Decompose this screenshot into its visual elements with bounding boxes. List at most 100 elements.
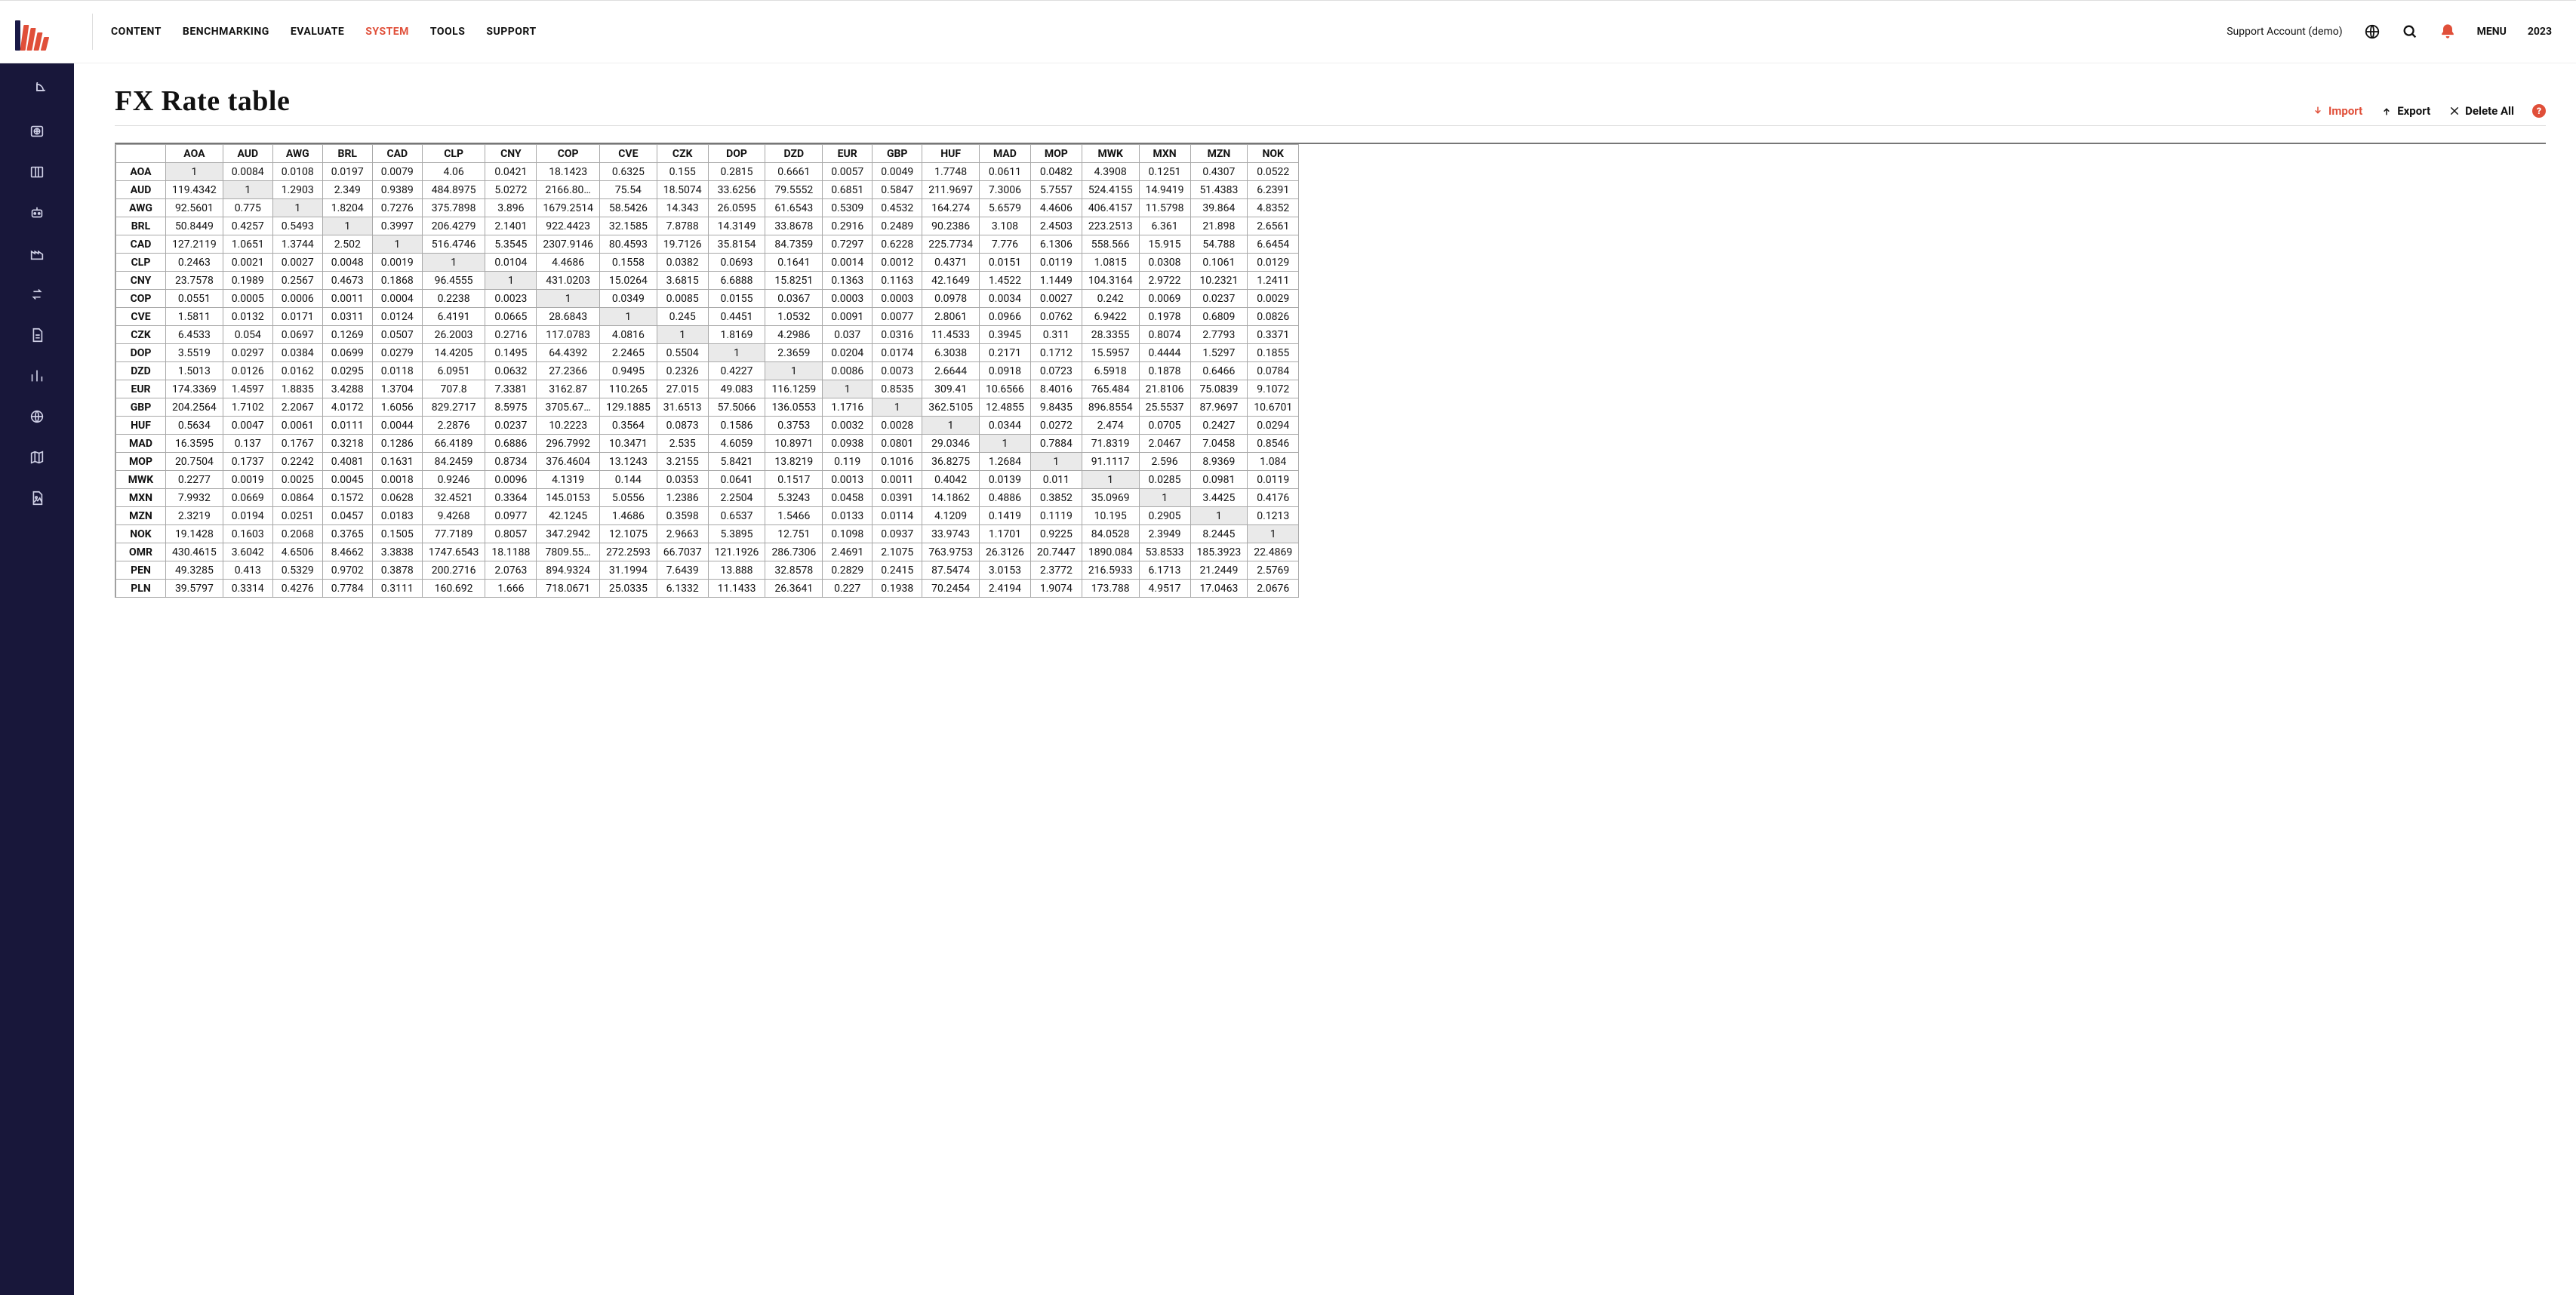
cell-MAD-MXN[interactable]: 2.0467 <box>1139 435 1190 453</box>
cell-GBP-CZK[interactable]: 31.6513 <box>657 398 708 417</box>
account-label[interactable]: Support Account (demo) <box>2227 26 2342 38</box>
cell-MXN-CVE[interactable]: 5.0556 <box>599 489 657 507</box>
cell-CNY-BRL[interactable]: 0.4673 <box>322 272 372 290</box>
cell-AWG-GBP[interactable]: 0.4532 <box>873 199 922 217</box>
cell-EUR-DOP[interactable]: 49.083 <box>708 380 765 398</box>
cell-AOA-GBP[interactable]: 0.0049 <box>873 163 922 181</box>
cell-HUF-AWG[interactable]: 0.0061 <box>272 417 322 435</box>
cell-EUR-CLP[interactable]: 707.8 <box>422 380 485 398</box>
cell-CVE-AWG[interactable]: 0.0171 <box>272 308 322 326</box>
cell-COP-CLP[interactable]: 0.2238 <box>422 290 485 308</box>
cell-CLP-AOA[interactable]: 0.2463 <box>166 254 223 272</box>
cell-COP-GBP[interactable]: 0.0003 <box>873 290 922 308</box>
cell-GBP-MZN[interactable]: 87.9697 <box>1190 398 1248 417</box>
cell-CZK-COP[interactable]: 117.0783 <box>537 326 600 344</box>
cell-CLP-EUR[interactable]: 0.0014 <box>823 254 873 272</box>
row-EUR[interactable]: EUR <box>116 380 166 398</box>
cell-CZK-CVE[interactable]: 4.0816 <box>599 326 657 344</box>
cell-COP-EUR[interactable]: 0.0003 <box>823 290 873 308</box>
cell-PLN-AWG[interactable]: 0.4276 <box>272 580 322 598</box>
col-AWG[interactable]: AWG <box>272 145 322 163</box>
cell-AOA-MXN[interactable]: 0.1251 <box>1139 163 1190 181</box>
cell-MOP-MWK[interactable]: 91.1117 <box>1082 453 1139 471</box>
cell-PLN-CLP[interactable]: 160.692 <box>422 580 485 598</box>
cell-MAD-MAD[interactable]: 1 <box>980 435 1031 453</box>
cell-AUD-MAD[interactable]: 7.3006 <box>980 181 1031 199</box>
cell-CZK-CLP[interactable]: 26.2003 <box>422 326 485 344</box>
cell-MWK-COP[interactable]: 4.1319 <box>537 471 600 489</box>
cell-COP-MAD[interactable]: 0.0034 <box>980 290 1031 308</box>
nav-content[interactable]: CONTENT <box>111 26 162 38</box>
cell-NOK-COP[interactable]: 347.2942 <box>537 525 600 543</box>
cell-EUR-CNY[interactable]: 7.3381 <box>485 380 537 398</box>
cell-PEN-AWG[interactable]: 0.5329 <box>272 561 322 580</box>
cell-PLN-CZK[interactable]: 6.1332 <box>657 580 708 598</box>
cell-AWG-AOA[interactable]: 92.5601 <box>166 199 223 217</box>
cell-MAD-CAD[interactable]: 0.1286 <box>372 435 422 453</box>
cell-CZK-MWK[interactable]: 28.3355 <box>1082 326 1139 344</box>
cell-DZD-MXN[interactable]: 0.1878 <box>1139 362 1190 380</box>
cell-PLN-COP[interactable]: 718.0671 <box>537 580 600 598</box>
col-DZD[interactable]: DZD <box>765 145 823 163</box>
cell-PLN-NOK[interactable]: 2.0676 <box>1248 580 1299 598</box>
cell-OMR-MXN[interactable]: 53.8533 <box>1139 543 1190 561</box>
cell-GBP-DZD[interactable]: 136.0553 <box>765 398 823 417</box>
cell-CAD-MOP[interactable]: 6.1306 <box>1030 235 1082 254</box>
cell-AUD-AWG[interactable]: 1.2903 <box>272 181 322 199</box>
cell-MWK-HUF[interactable]: 0.4042 <box>922 471 980 489</box>
cell-CVE-MAD[interactable]: 0.0966 <box>980 308 1031 326</box>
cell-BRL-CLP[interactable]: 206.4279 <box>422 217 485 235</box>
cell-NOK-GBP[interactable]: 0.0937 <box>873 525 922 543</box>
row-DOP[interactable]: DOP <box>116 344 166 362</box>
cell-NOK-MXN[interactable]: 2.3949 <box>1139 525 1190 543</box>
row-CZK[interactable]: CZK <box>116 326 166 344</box>
cell-NOK-AWG[interactable]: 0.2068 <box>272 525 322 543</box>
cell-DZD-DOP[interactable]: 0.4227 <box>708 362 765 380</box>
cell-CZK-CZK[interactable]: 1 <box>657 326 708 344</box>
cell-NOK-CNY[interactable]: 0.8057 <box>485 525 537 543</box>
cell-CAD-CZK[interactable]: 19.7126 <box>657 235 708 254</box>
cell-AWG-MOP[interactable]: 4.4606 <box>1030 199 1082 217</box>
cell-MXN-GBP[interactable]: 0.0391 <box>873 489 922 507</box>
cell-AWG-AWG[interactable]: 1 <box>272 199 322 217</box>
cell-DOP-NOK[interactable]: 0.1855 <box>1248 344 1299 362</box>
cell-DZD-MOP[interactable]: 0.0723 <box>1030 362 1082 380</box>
col-CAD[interactable]: CAD <box>372 145 422 163</box>
cell-MAD-CZK[interactable]: 2.535 <box>657 435 708 453</box>
cell-CVE-DOP[interactable]: 0.4451 <box>708 308 765 326</box>
cell-CNY-EUR[interactable]: 0.1363 <box>823 272 873 290</box>
cell-COP-MOP[interactable]: 0.0027 <box>1030 290 1082 308</box>
cell-CAD-BRL[interactable]: 2.502 <box>322 235 372 254</box>
cell-MXN-HUF[interactable]: 14.1862 <box>922 489 980 507</box>
factory-icon[interactable] <box>28 245 46 263</box>
cell-CLP-AWG[interactable]: 0.0027 <box>272 254 322 272</box>
col-CLP[interactable]: CLP <box>422 145 485 163</box>
cell-DZD-AWG[interactable]: 0.0162 <box>272 362 322 380</box>
cell-CNY-AUD[interactable]: 0.1989 <box>223 272 272 290</box>
cell-MZN-COP[interactable]: 42.1245 <box>537 507 600 525</box>
cell-PLN-HUF[interactable]: 70.2454 <box>922 580 980 598</box>
cell-DOP-MWK[interactable]: 15.5957 <box>1082 344 1139 362</box>
cell-DOP-HUF[interactable]: 6.3038 <box>922 344 980 362</box>
cell-PEN-MOP[interactable]: 2.3772 <box>1030 561 1082 580</box>
cell-NOK-NOK[interactable]: 1 <box>1248 525 1299 543</box>
cell-CNY-MAD[interactable]: 1.4522 <box>980 272 1031 290</box>
cell-GBP-AOA[interactable]: 204.2564 <box>166 398 223 417</box>
cell-MWK-DOP[interactable]: 0.0641 <box>708 471 765 489</box>
cell-CZK-DOP[interactable]: 1.8169 <box>708 326 765 344</box>
cell-CAD-AWG[interactable]: 1.3744 <box>272 235 322 254</box>
cell-EUR-GBP[interactable]: 0.8535 <box>873 380 922 398</box>
cell-DZD-EUR[interactable]: 0.0086 <box>823 362 873 380</box>
cell-GBP-MXN[interactable]: 25.5537 <box>1139 398 1190 417</box>
row-GBP[interactable]: GBP <box>116 398 166 417</box>
cell-AWG-MXN[interactable]: 11.5798 <box>1139 199 1190 217</box>
cell-MWK-CVE[interactable]: 0.144 <box>599 471 657 489</box>
cell-MAD-DOP[interactable]: 4.6059 <box>708 435 765 453</box>
cell-PLN-MXN[interactable]: 4.9517 <box>1139 580 1190 598</box>
cell-DZD-MWK[interactable]: 6.5918 <box>1082 362 1139 380</box>
cell-AUD-MZN[interactable]: 51.4383 <box>1190 181 1248 199</box>
cell-BRL-DZD[interactable]: 33.8678 <box>765 217 823 235</box>
cell-CVE-EUR[interactable]: 0.0091 <box>823 308 873 326</box>
cell-HUF-DOP[interactable]: 0.1586 <box>708 417 765 435</box>
file-image-icon[interactable] <box>28 489 46 507</box>
